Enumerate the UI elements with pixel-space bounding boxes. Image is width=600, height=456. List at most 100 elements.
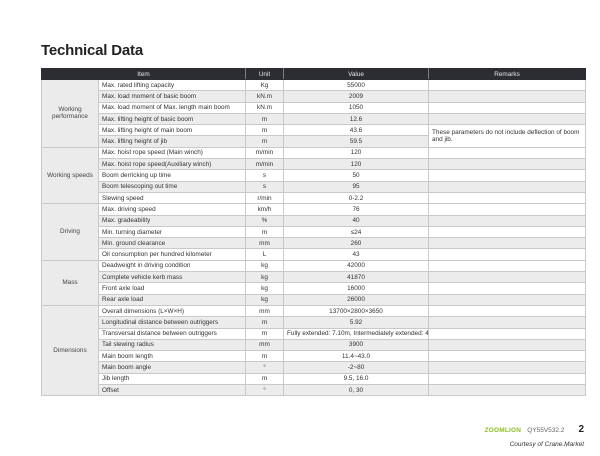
value-cell: 40	[283, 214, 429, 227]
remarks-cell	[428, 316, 586, 329]
value-cell: 0-2.2	[283, 191, 429, 205]
table-row: Front axle load kg 16000	[42, 282, 586, 295]
remarks-cell	[428, 237, 586, 250]
item-cell: Rear axle load	[98, 293, 246, 306]
value-cell: 1050	[283, 101, 429, 114]
remarks-cell	[428, 180, 586, 193]
remarks-cell	[428, 259, 586, 273]
value-cell: 26000	[283, 293, 429, 306]
item-cell: Max. load moment of basic boom	[98, 90, 246, 103]
item-cell: Transversal distance between outriggers	[98, 327, 246, 340]
table-row: Working performance Max. rated lifting ca…	[41, 78, 586, 148]
table-row: Offset ° 0, 30	[42, 384, 586, 397]
item-cell: Max. lifting height of main boom	[98, 124, 246, 137]
table-row: Boom telescoping out time s 95	[42, 180, 586, 193]
table-body: Working performance Max. rated lifting ca…	[41, 78, 586, 397]
category-cell: Working speeds	[41, 146, 99, 205]
unit-cell: kg	[245, 282, 284, 295]
table-row: Max. lifting height of basic boom m 12.6	[42, 112, 586, 126]
unit-cell: m	[245, 112, 284, 126]
table-row: Jib length m 9.5, 16.0	[42, 372, 586, 386]
item-cell: Main boom angle	[98, 361, 246, 374]
table-row: Working speeds Max. hoist rope speed (Mai…	[41, 146, 586, 205]
table-row: Max. gradeability% 40	[42, 214, 586, 227]
unit-cell: m	[245, 327, 284, 340]
header-item: Item	[41, 68, 246, 80]
remarks-cell	[428, 146, 586, 160]
item-cell: Boom telescoping out time	[98, 180, 246, 193]
unit-cell: kN.m	[245, 101, 284, 114]
remarks-cell	[428, 78, 586, 92]
unit-cell: mm	[245, 304, 284, 318]
unit-cell: kg	[245, 271, 284, 284]
item-cell: Max. gradeability	[98, 214, 246, 227]
courtesy-credit: Courtesy of Crane.Market	[509, 441, 584, 448]
item-cell: Complete vehicle kerb mass	[98, 271, 246, 284]
table-row: Min. turning diameter m ≤24	[42, 225, 586, 239]
remarks-cell	[428, 225, 586, 239]
remarks-cell	[428, 248, 586, 261]
value-cell: 11.4~43.0	[283, 350, 429, 363]
value-cell: 0, 30	[283, 384, 429, 397]
unit-cell: m	[245, 372, 284, 386]
category-cell: Dimensions	[41, 304, 99, 397]
unit-cell: °	[245, 361, 284, 374]
value-cell: 41870	[283, 271, 429, 284]
remarks-cell	[428, 158, 586, 171]
value-cell: 12.6	[283, 112, 429, 126]
value-cell: -2~80	[283, 361, 429, 374]
value-cell: 43.6	[283, 124, 429, 137]
table-row: Main boom length m 11.4~43.0	[42, 350, 586, 363]
table-row: Max. hoist rope speed(Auxiliary winch) m/…	[42, 158, 586, 171]
table-row: Rear axle load kg 26000	[42, 293, 586, 306]
value-cell: 50	[283, 169, 429, 182]
value-cell: 9.5, 16.0	[283, 372, 429, 386]
value-cell: 43	[283, 248, 429, 261]
item-cell: Max. driving speed	[98, 203, 246, 216]
table-row: Slewing speed r/min 0-2.2	[42, 191, 586, 205]
item-cell: Boom derricking up time	[98, 169, 246, 182]
table-row: Dimensions Overall dimensions (L×W×H) mm 13…	[41, 304, 586, 397]
item-cell: Max. lifting height of basic boom	[98, 112, 246, 126]
unit-cell: km/h	[245, 203, 284, 216]
table-row: Main boom angle ° -2~80	[42, 361, 586, 374]
item-cell: Min. turning diameter	[98, 225, 246, 239]
item-cell: Slewing speed	[98, 191, 246, 205]
unit-cell: mm	[245, 338, 284, 352]
unit-cell: m	[245, 225, 284, 239]
value-cell: 13700×2800×3650	[283, 304, 429, 318]
item-cell: Longitudinal distance between outriggers	[98, 316, 246, 329]
item-cell: Max. rated lifting capacity	[98, 78, 246, 92]
value-cell: 42000	[283, 259, 429, 273]
table-row: Oil consumption per hundred kilometer L 43	[42, 248, 586, 261]
item-cell: Oil consumption per hundred kilometer	[98, 248, 246, 261]
remarks-cell	[428, 350, 586, 363]
value-cell: 76	[283, 203, 429, 216]
unit-cell: m/min	[245, 158, 284, 171]
footer: ZOOMLION QY55V532.2 2	[485, 424, 584, 435]
value-cell: 120	[283, 158, 429, 171]
value-cell: 260	[283, 237, 429, 250]
item-cell: Main boom length	[98, 350, 246, 363]
remarks-cell: These parameters do not include deflecti…	[428, 124, 586, 148]
header-remarks: Remarks	[428, 68, 586, 80]
remarks-cell	[428, 384, 586, 397]
value-cell: 55000	[283, 78, 429, 92]
value-cell: 95	[283, 180, 429, 193]
item-cell: Jib length	[98, 372, 246, 386]
remarks-cell	[428, 191, 586, 205]
value-cell: 59.5	[283, 135, 429, 148]
value-cell: 5.92	[283, 316, 429, 329]
table-row: Tail slewing radius mm 3900	[42, 338, 586, 352]
unit-cell: r/min	[245, 191, 284, 205]
remarks-cell	[428, 304, 586, 318]
page-number: 2	[578, 424, 584, 435]
unit-cell: kN.m	[245, 90, 284, 103]
table-row: Mass Deadweight in driving condition kg 420…	[41, 259, 586, 306]
unit-cell: %	[245, 214, 284, 227]
value-cell: 16000	[283, 282, 429, 295]
remarks-cell	[428, 90, 586, 103]
table-row: Longitudinal distance between outriggers…	[42, 316, 586, 329]
item-cell: Tail slewing radius	[98, 338, 246, 352]
unit-cell: s	[245, 169, 284, 182]
